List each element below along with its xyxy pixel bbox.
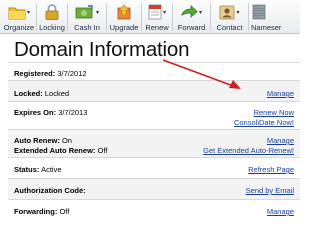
row-value: 3/7/2012 [57, 69, 87, 78]
manage-forwarding-link[interactable]: Manage [267, 207, 294, 216]
lock-icon [45, 4, 59, 20]
toolbar-upgrade-button[interactable]: Upgrade [107, 0, 141, 33]
forward-icon [181, 4, 198, 18]
cash-in-icon [75, 4, 93, 18]
send-by-email-link[interactable]: Send by Email [246, 186, 294, 195]
toolbar-label: Upgrade [109, 23, 139, 32]
row-locked: Locked: Locked Manage [8, 80, 300, 101]
renew-now-link[interactable]: Renew Now [254, 108, 294, 117]
row-auto-renew: Auto Renew: On Extended Auto Renew: Off … [8, 129, 300, 157]
toolbar-cash-in-button[interactable]: ▾ Cash In [68, 0, 106, 33]
chevron-down-icon: ▾ [162, 9, 166, 16]
toolbar-locking-button[interactable]: Locking [37, 0, 67, 33]
row-label: Expires On: [14, 108, 57, 117]
row-value: Locked [44, 89, 70, 98]
toolbar-forward-button[interactable]: ▾ Forward [173, 0, 210, 33]
renew-icon [148, 4, 162, 20]
refresh-page-link[interactable]: Refresh Page [248, 165, 294, 174]
row-value: Off [97, 145, 108, 155]
toolbar-label: Contact [216, 23, 243, 32]
row-label: Authorization Code: [14, 186, 86, 195]
toolbar: ▾ Organize Locking ▾ Cash In Upgrade ▾ R… [0, 0, 300, 34]
toolbar-renew-button[interactable]: ▾ Renew [142, 0, 172, 33]
row-value: On [61, 136, 72, 145]
row-label: Locked: [14, 89, 43, 98]
manage-auto-renew-link[interactable]: Manage [267, 136, 294, 145]
nameserver-icon [252, 4, 266, 20]
toolbar-nameservers-button[interactable]: Nameser [249, 0, 281, 33]
manage-lock-link[interactable]: Manage [267, 89, 294, 98]
chevron-down-icon: ▾ [26, 9, 30, 16]
chevron-down-icon: ▾ [198, 9, 202, 16]
row-status: Status: Active Refresh Page [8, 157, 300, 178]
folder-icon [8, 7, 26, 19]
upgrade-icon [117, 4, 131, 20]
contact-icon [220, 5, 235, 20]
consolidate-now-link[interactable]: ConsoliDate Now! [234, 118, 294, 127]
row-label: Extended Auto Renew: [14, 145, 96, 155]
row-value: Active [41, 165, 62, 174]
toolbar-organize-button[interactable]: ▾ Organize [2, 0, 36, 33]
row-expires-on: Expires On: 3/7/2013 Renew Now ConsoliDa… [8, 101, 300, 129]
row-label: Forwarding: [14, 207, 58, 216]
page-title: Domain Information [14, 38, 190, 61]
toolbar-label: Cash In [74, 23, 100, 32]
row-value: 3/7/2013 [58, 108, 88, 117]
toolbar-label: Renew [145, 23, 169, 32]
row-value: Off [59, 207, 70, 216]
toolbar-contact-button[interactable]: ▾ Contact [211, 0, 248, 33]
get-extended-auto-renew-link[interactable]: Get Extended Auto-Renew! [203, 146, 294, 155]
toolbar-label: Locking [39, 23, 65, 32]
domain-info-table: Registered: 3/7/2012 Locked: Locked Mana… [8, 62, 300, 221]
row-label: Registered: [14, 69, 56, 78]
toolbar-label: Forward [177, 23, 206, 32]
chevron-down-icon: ▾ [236, 9, 240, 16]
row-authorization-code: Authorization Code: Send by Email [8, 178, 300, 199]
toolbar-label: Nameser [251, 23, 282, 32]
row-registered: Registered: 3/7/2012 [8, 62, 300, 80]
toolbar-label: Organize [3, 23, 35, 32]
row-label: Status: [14, 165, 40, 174]
chevron-down-icon: ▾ [95, 9, 99, 16]
row-forwarding: Forwarding: Off Manage [8, 199, 300, 221]
row-label: Auto Renew: [14, 136, 60, 145]
